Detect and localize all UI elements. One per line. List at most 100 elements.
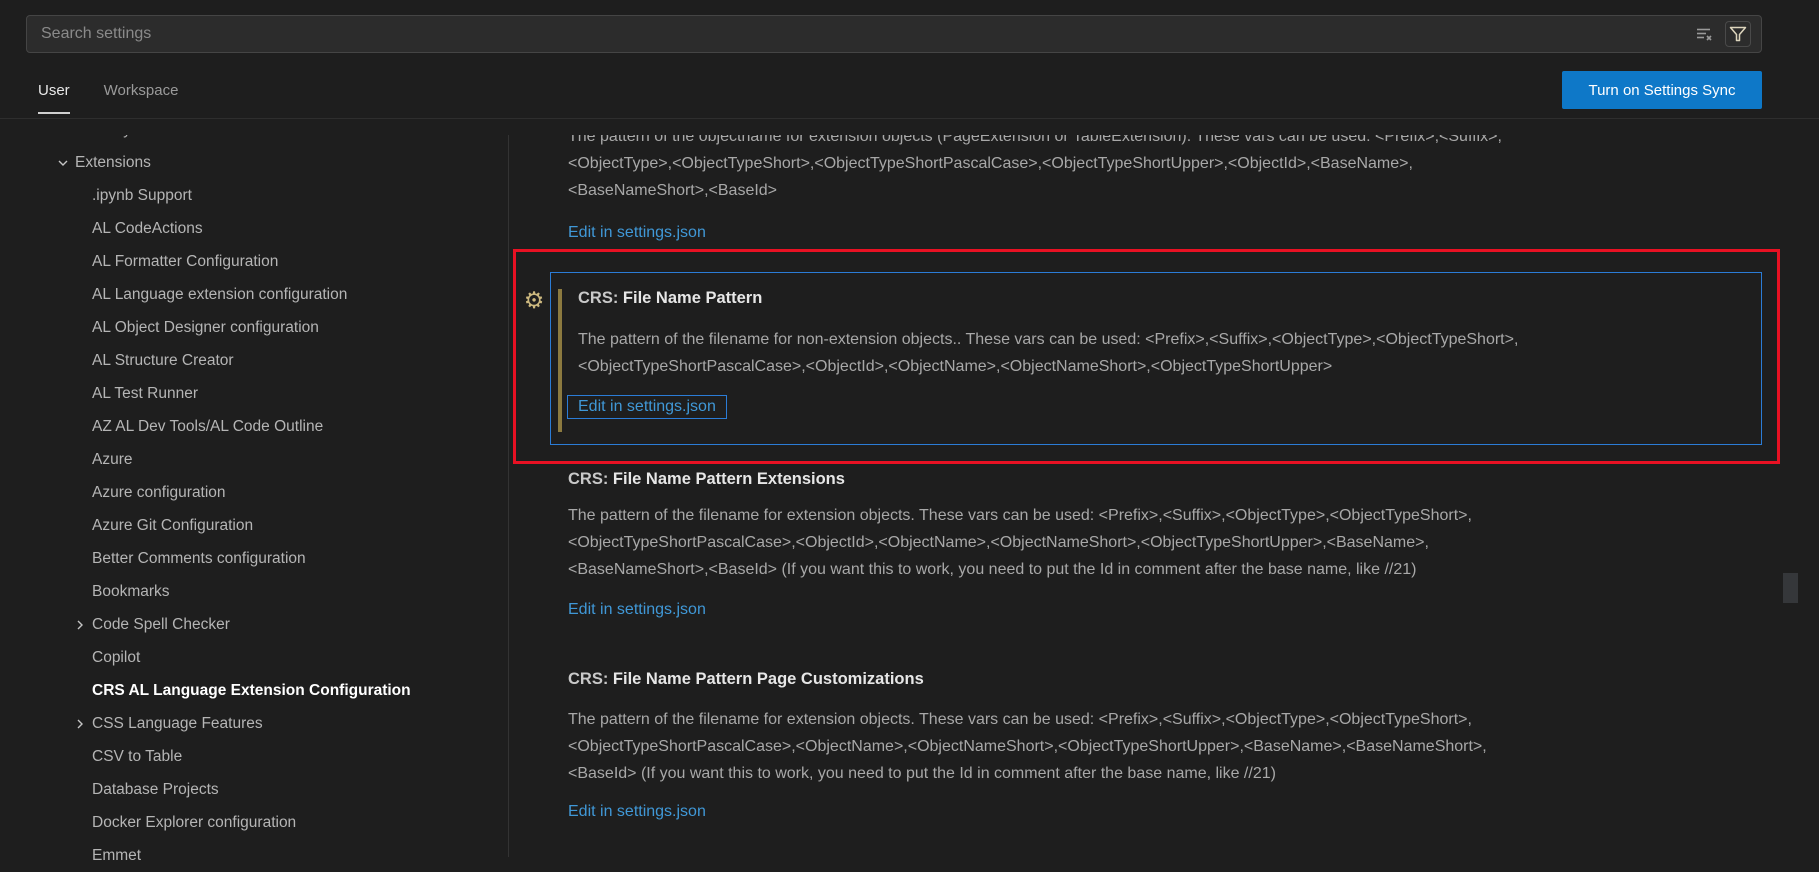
settings-scope-tabs: User Workspace — [38, 82, 178, 114]
description-line: <ObjectType>,<ObjectTypeShort>,<ObjectTy… — [568, 155, 1413, 172]
setting-card-file-name-pattern[interactable]: CRS: File Name Pattern The pattern of th… — [550, 272, 1762, 445]
setting-title: CRS: File Name Pattern Extensions — [568, 470, 845, 489]
settings-search-box — [26, 15, 1762, 53]
tree-item-label: Copilot — [92, 648, 141, 666]
setting-category: CRS: — [568, 470, 613, 488]
tree-item-label: CSV to Table — [92, 747, 183, 765]
setting-description: The pattern of the filename for extensio… — [568, 502, 1472, 583]
tree-item-csv-to-table[interactable]: CSV to Table — [0, 740, 505, 773]
chevron-placeholder — [72, 221, 92, 237]
tree-item-better-comments-configuration[interactable]: Better Comments configuration — [0, 542, 505, 575]
tree-item-label: Bookmarks — [92, 582, 170, 600]
tree-item-al-test-runner[interactable]: AL Test Runner — [0, 377, 505, 410]
chevron-placeholder — [72, 650, 92, 666]
description-line: <BaseNameShort>,<BaseId> (If you want th… — [568, 561, 1417, 578]
tree-item-label: Azure Git Configuration — [92, 516, 254, 534]
chevron-placeholder — [72, 287, 92, 303]
tree-item-emmet[interactable]: Emmet — [0, 839, 505, 872]
turn-on-settings-sync-button[interactable]: Turn on Settings Sync — [1562, 71, 1762, 109]
description-line: <ObjectTypeShortPascalCase>,<ObjectId>,<… — [578, 358, 1333, 375]
tree-item-al-codeactions[interactable]: AL CodeActions — [0, 212, 505, 245]
tree-item-label: CSS Language Features — [92, 714, 263, 732]
description-line: The pattern of the filename for extensio… — [568, 507, 1472, 524]
modified-setting-indicator — [558, 289, 562, 432]
edit-settings-json-link[interactable]: Edit in settings.json — [568, 601, 706, 619]
chevron-placeholder — [72, 188, 92, 204]
tree-item-label: Code Spell Checker — [92, 615, 230, 633]
chevron-placeholder — [72, 386, 92, 402]
vertical-scrollbar-thumb[interactable] — [1783, 573, 1798, 603]
tree-item-label: Azure configuration — [92, 483, 226, 501]
tab-user[interactable]: User — [38, 82, 70, 114]
chevron-placeholder — [72, 584, 92, 600]
edit-settings-json-link[interactable]: Edit in settings.json — [568, 224, 706, 242]
chevron-placeholder — [72, 452, 92, 468]
setting-title: CRS: File Name Pattern — [578, 289, 762, 308]
setting-title: CRS: File Name Pattern Page Customizatio… — [568, 670, 924, 689]
chevron-placeholder — [72, 518, 92, 534]
chevron-placeholder — [72, 815, 92, 831]
edit-settings-json-link[interactable]: Edit in settings.json — [568, 803, 706, 821]
tree-item-database-projects[interactable]: Database Projects — [0, 773, 505, 806]
chevron-placeholder — [72, 749, 92, 765]
tree-item-label: Emmet — [92, 846, 142, 864]
tree-item-label: AZ AL Dev Tools/AL Code Outline — [92, 417, 324, 435]
chevron-right-icon[interactable] — [72, 617, 92, 633]
tree-item-al-formatter-configuration[interactable]: AL Formatter Configuration — [0, 245, 505, 278]
tabbar-rule — [0, 118, 1819, 119]
tree-item-bookmarks[interactable]: Bookmarks — [0, 575, 505, 608]
setting-description: The pattern of the filename for non-exte… — [578, 326, 1518, 380]
tree-item-az-al-dev-tools-al-code-outline[interactable]: AZ AL Dev Tools/AL Code Outline — [0, 410, 505, 443]
tree-item-label: .ipynb Support — [92, 186, 192, 204]
tree-item-label: AL Object Designer configuration — [92, 318, 319, 336]
tree-item-extensions[interactable]: Extensions — [0, 146, 505, 179]
setting-category: CRS: — [578, 289, 623, 307]
tree-item-label: AL Formatter Configuration — [92, 252, 279, 270]
description-line: <BaseNameShort>,<BaseId> — [568, 182, 778, 199]
description-line: The pattern of the filename for extensio… — [568, 711, 1472, 728]
tree-item-css-language-features[interactable]: CSS Language Features — [0, 707, 505, 740]
chevron-placeholder — [72, 782, 92, 798]
tree-item-label: Better Comments configuration — [92, 549, 306, 567]
gear-icon[interactable]: ⚙ — [521, 287, 547, 313]
setting-name: File Name Pattern Page Customizations — [612, 670, 924, 688]
tree-item-azure-configuration[interactable]: Azure configuration — [0, 476, 505, 509]
description-line: <ObjectTypeShortPascalCase>,<ObjectId>,<… — [568, 534, 1429, 551]
tree-item-label: AL Structure Creator — [92, 351, 234, 369]
tree-item-label: AL Language extension configuration — [92, 285, 348, 303]
tree-item-crs-al-language-extension-configuration[interactable]: CRS AL Language Extension Configuration — [0, 674, 505, 707]
settings-header: User Workspace Turn on Settings Sync — [0, 0, 1819, 135]
description-line: The pattern of the filename for non-exte… — [578, 331, 1519, 348]
tree-item-label: Docker Explorer configuration — [92, 813, 297, 831]
setting-name: File Name Pattern — [622, 289, 763, 307]
chevron-placeholder — [72, 254, 92, 270]
tree-item-label: Database Projects — [92, 780, 219, 798]
tree-item-al-language-extension-configuration[interactable]: AL Language extension configuration — [0, 278, 505, 311]
clear-search-results-icon[interactable] — [1691, 21, 1717, 47]
tab-workspace[interactable]: Workspace — [104, 82, 179, 114]
tree-item-al-object-designer-configuration[interactable]: AL Object Designer configuration — [0, 311, 505, 344]
chevron-right-icon[interactable] — [72, 716, 92, 732]
tree-item-label: AL Test Runner — [92, 384, 198, 402]
setting-description: The pattern of the filename for extensio… — [568, 706, 1487, 787]
chevron-placeholder — [72, 551, 92, 567]
search-input[interactable] — [27, 25, 1691, 43]
chevron-placeholder — [72, 320, 92, 336]
chevron-placeholder — [72, 485, 92, 501]
chevron-down-icon[interactable] — [55, 155, 75, 171]
setting-name: File Name Pattern Extensions — [612, 470, 845, 488]
chevron-placeholder — [72, 683, 92, 699]
description-line: <ObjectTypeShortPascalCase>,<ObjectName>… — [568, 738, 1487, 755]
tree-item-azure-git-configuration[interactable]: Azure Git Configuration — [0, 509, 505, 542]
tree-item-azure[interactable]: Azure — [0, 443, 505, 476]
tree-item-code-spell-checker[interactable]: Code Spell Checker — [0, 608, 505, 641]
filter-icon[interactable] — [1725, 21, 1751, 47]
chevron-placeholder — [72, 419, 92, 435]
tree-item-label: AL CodeActions — [92, 219, 203, 237]
partial-setting-description: The pattern of the objectname for extens… — [568, 123, 1502, 204]
tree-item-al-structure-creator[interactable]: AL Structure Creator — [0, 344, 505, 377]
edit-settings-json-link[interactable]: Edit in settings.json — [578, 398, 716, 416]
tree-item-docker-explorer-configuration[interactable]: Docker Explorer configuration — [0, 806, 505, 839]
tree-item-copilot[interactable]: Copilot — [0, 641, 505, 674]
tree-item-ipynb-support[interactable]: .ipynb Support — [0, 179, 505, 212]
